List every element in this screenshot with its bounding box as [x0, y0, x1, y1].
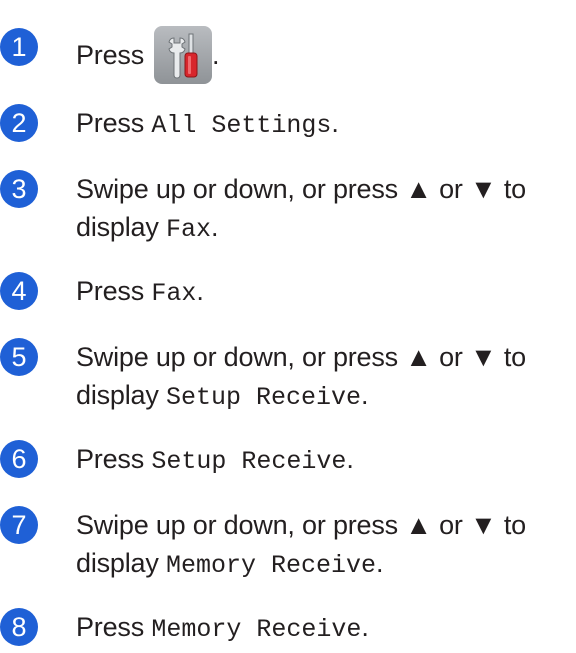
step-text: Swipe up or down, or press ▲ or ▼ to dis…	[76, 506, 576, 585]
step-text: Press .	[76, 26, 576, 86]
step-text-line1: Swipe up or down, or press ▲ or ▼ to	[76, 174, 526, 204]
step-text-after: .	[331, 108, 339, 138]
code-label: Setup Receive	[151, 447, 347, 476]
step-text-before: Press	[76, 108, 145, 138]
step-text-line2: display Memory Receive.	[76, 548, 384, 580]
step-text: Press Setup Receive.	[76, 440, 576, 481]
code-label: Memory Receive	[165, 551, 377, 580]
step-text: Swipe up or down, or press ▲ or ▼ to dis…	[76, 170, 576, 249]
step-text: Swipe up or down, or press ▲ or ▼ to dis…	[76, 338, 576, 417]
step-text-after: .	[361, 612, 369, 642]
step-number-badge: 5	[0, 338, 38, 376]
step-number-badge: 7	[0, 506, 38, 544]
step-text-line1: Swipe up or down, or press ▲ or ▼ to	[76, 510, 526, 540]
step-number-badge: 6	[0, 440, 38, 478]
step-text-line2: display Setup Receive.	[76, 380, 369, 412]
code-label: Setup Receive	[165, 383, 362, 412]
code-label: All Settings	[151, 111, 332, 140]
step-text-before: Press	[76, 276, 145, 306]
step-text-after: .	[346, 444, 354, 474]
step-number-badge: 4	[0, 272, 38, 310]
step-text: Press Fax.	[76, 272, 576, 313]
step-text-after: .	[212, 40, 220, 71]
step-text: Press All Settings.	[76, 104, 576, 145]
step-text-before: Press	[76, 612, 145, 642]
code-label: Fax	[151, 279, 197, 308]
step-text-line2: display Fax.	[76, 212, 219, 244]
step-text-after: .	[196, 276, 204, 306]
code-label: Fax	[165, 215, 211, 244]
code-label: Memory Receive	[151, 615, 362, 644]
step-text-before: Press	[76, 444, 145, 474]
step-text: Press Memory Receive.	[76, 608, 576, 649]
step-number-badge: 1	[0, 28, 38, 66]
step-number-badge: 2	[0, 104, 38, 142]
step-text-line1: Swipe up or down, or press ▲ or ▼ to	[76, 342, 526, 372]
step-number-badge: 3	[0, 170, 38, 208]
step-text-before: Press	[76, 40, 145, 71]
step-number-badge: 8	[0, 608, 38, 646]
settings-tools-icon	[154, 26, 213, 84]
